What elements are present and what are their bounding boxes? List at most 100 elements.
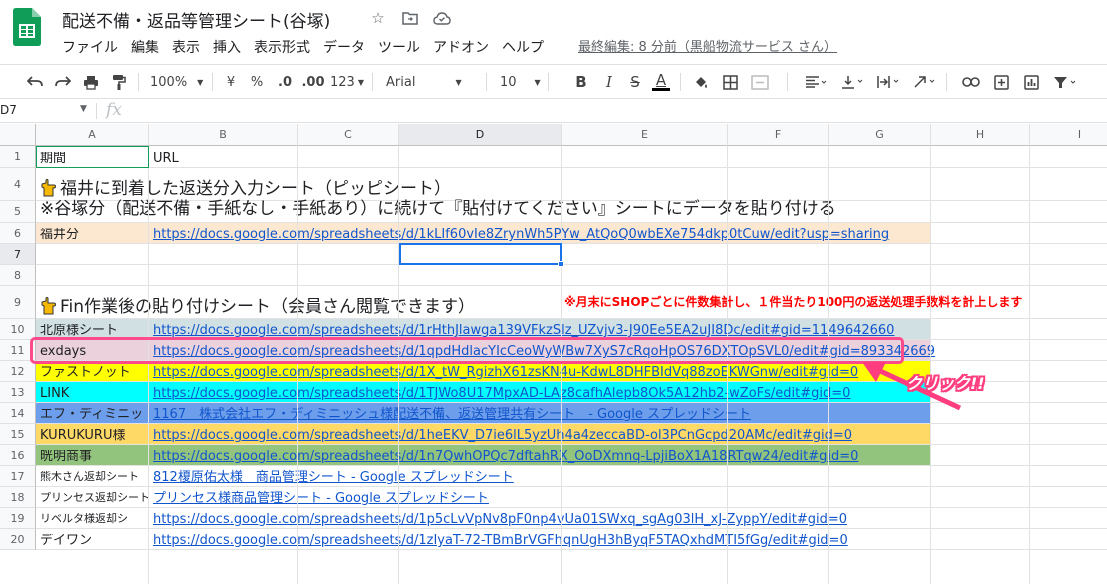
strikethrough-button[interactable]: S	[626, 72, 644, 92]
column-header-c[interactable]: C	[298, 124, 399, 146]
cloud-saved-icon[interactable]	[432, 8, 452, 28]
move-folder-icon[interactable]	[400, 8, 420, 28]
redo-icon[interactable]	[52, 72, 74, 92]
select-all-corner[interactable]	[0, 124, 36, 146]
menu-format[interactable]: 表示形式	[254, 37, 310, 57]
row-header-14[interactable]: 14	[0, 403, 36, 424]
cell-a14[interactable]: エフ・ディミニッ	[36, 408, 149, 421]
sheet-link-row-6[interactable]: https://docs.google.com/spreadsheets/d/1…	[149, 228, 889, 241]
row-header-19[interactable]: 19	[0, 508, 36, 529]
menu-data[interactable]: データ	[323, 37, 365, 57]
menu-view[interactable]: 表示	[172, 37, 200, 57]
menu-help[interactable]: ヘルプ	[502, 37, 544, 57]
sheet-link-row-20[interactable]: https://docs.google.com/spreadsheets/d/1…	[149, 534, 848, 547]
pointing-hand-icon	[40, 178, 60, 199]
font-family-select[interactable]: Arial ▼	[386, 72, 478, 92]
row-header-1[interactable]: 1	[0, 146, 36, 168]
sheet-link-row-14[interactable]: 1167 株式会社エフ・ディミニッシュ様配送不備、返送管理共有シート - Goo…	[149, 408, 751, 421]
row-header-6[interactable]: 6	[0, 223, 36, 244]
menu-edit[interactable]: 編集	[131, 37, 159, 57]
column-header-b[interactable]: B	[149, 124, 298, 146]
column-gridline	[297, 146, 298, 584]
menu-insert[interactable]: 挿入	[213, 37, 241, 57]
text-rotation-icon[interactable]	[910, 72, 938, 92]
row-header-13[interactable]: 13	[0, 382, 36, 403]
cell-a19[interactable]: リベルタ様返却シ	[36, 513, 149, 524]
column-header-f[interactable]: F	[728, 124, 829, 146]
print-icon[interactable]	[80, 72, 102, 92]
filter-icon[interactable]	[1050, 72, 1080, 92]
cell-a10[interactable]: 北原様シート	[36, 324, 149, 337]
bold-button[interactable]: B	[572, 72, 590, 92]
row-header-7[interactable]: 7	[0, 244, 36, 265]
sheet-link-row-13[interactable]: https://docs.google.com/spreadsheets/d/1…	[149, 387, 850, 400]
row-header-18[interactable]: 18	[0, 487, 36, 508]
paint-format-icon[interactable]	[108, 72, 130, 92]
row-header-8[interactable]: 8	[0, 265, 36, 286]
row-header-10[interactable]: 10	[0, 319, 36, 340]
formula-input[interactable]	[136, 103, 1086, 119]
sheet-link-row-18[interactable]: プリンセス様商品管理シート - Google スプレッドシート	[149, 492, 489, 505]
column-header-a[interactable]: A	[36, 124, 149, 146]
cell-a13[interactable]: LINK	[36, 387, 149, 400]
menu-tools[interactable]: ツール	[378, 37, 420, 57]
star-icon[interactable]: ☆	[368, 8, 388, 28]
number-format-select[interactable]: 123 ▼	[330, 72, 364, 92]
cell-a18[interactable]: プリンセス返却シート	[36, 492, 149, 503]
vertical-align-icon[interactable]	[838, 72, 866, 92]
fill-handle[interactable]	[558, 261, 564, 267]
cell-a12[interactable]: ファストノット	[36, 366, 149, 379]
horizontal-align-icon[interactable]	[802, 72, 830, 92]
sheet-link-row-15[interactable]: https://docs.google.com/spreadsheets/d/1…	[149, 429, 852, 442]
sheet-link-row-12[interactable]: https://docs.google.com/spreadsheets/d/1…	[149, 366, 858, 379]
cell-a15[interactable]: KURUKURU様	[36, 429, 149, 442]
cell-a20[interactable]: デイワン	[36, 534, 149, 547]
row-header-17[interactable]: 17	[0, 466, 36, 487]
row-header-20[interactable]: 20	[0, 529, 36, 550]
currency-format-button[interactable]: ¥	[222, 72, 240, 92]
row-header-12[interactable]: 12	[0, 361, 36, 382]
document-title[interactable]: 配送不備・返品等管理シート(谷塚)	[62, 7, 330, 32]
fill-color-icon[interactable]	[691, 72, 711, 92]
row-header-9[interactable]: 9	[0, 286, 36, 319]
column-header-g[interactable]: G	[829, 124, 931, 146]
row-header-5[interactable]: 5	[0, 201, 36, 223]
column-header-h[interactable]: H	[931, 124, 1030, 146]
decrease-decimal-button[interactable]: .0	[274, 72, 296, 92]
menu-addons[interactable]: アドオン	[433, 37, 489, 57]
percent-format-button[interactable]: %	[248, 72, 266, 92]
row-header-4[interactable]: 4	[0, 168, 36, 201]
menu-file[interactable]: ファイル	[62, 37, 118, 57]
row-header-16[interactable]: 16	[0, 445, 36, 466]
cell-a6[interactable]: 福井分	[36, 228, 149, 241]
increase-decimal-button[interactable]: .00	[300, 72, 326, 92]
selected-cell-d7[interactable]	[399, 243, 562, 265]
last-edit-link[interactable]: 最終編集: 8 分前（黒船物流サービス さん）	[578, 36, 837, 55]
italic-button[interactable]: I	[600, 72, 618, 92]
font-size-select[interactable]: 10 ▼	[500, 72, 541, 92]
name-box[interactable]: D7	[0, 103, 90, 117]
insert-link-icon[interactable]	[960, 72, 982, 92]
cell-a16[interactable]: 晄明商事	[36, 450, 149, 463]
borders-icon[interactable]	[720, 72, 740, 92]
insert-comment-icon[interactable]	[990, 72, 1012, 92]
cell-b1[interactable]: URL	[149, 152, 179, 165]
sheet-link-row-17[interactable]: 812榎原佑太様 商品管理シート - Google スプレッドシート	[149, 471, 514, 484]
column-header-e[interactable]: E	[562, 124, 728, 146]
cell-a17[interactable]: 熊木さん返却シート	[36, 471, 149, 482]
row-header-15[interactable]: 15	[0, 424, 36, 445]
insert-chart-icon[interactable]	[1020, 72, 1042, 92]
spreadsheet-grid[interactable]: A B C D E F G H I 1 期間 URL 4 福井に到着した返送分入力シート（ピッピシート） 5…	[0, 124, 1107, 584]
chevron-down-icon[interactable]: ▼	[80, 104, 87, 114]
sheet-link-row-19[interactable]: https://docs.google.com/spreadsheets/d/1…	[149, 513, 847, 526]
text-color-button[interactable]: A	[651, 72, 671, 92]
column-header-d[interactable]: D	[399, 124, 562, 146]
zoom-select[interactable]: 100% ▼	[150, 72, 205, 92]
sheet-link-row-10[interactable]: https://docs.google.com/spreadsheets/d/1…	[149, 324, 894, 337]
column-header-i[interactable]: I	[1030, 124, 1107, 146]
merge-cells-icon[interactable]	[748, 72, 772, 92]
text-wrap-icon[interactable]	[874, 72, 902, 92]
undo-icon[interactable]	[24, 72, 46, 92]
sheet-link-row-16[interactable]: https://docs.google.com/spreadsheets/d/1…	[149, 450, 858, 463]
sheets-logo-icon[interactable]	[13, 8, 41, 46]
